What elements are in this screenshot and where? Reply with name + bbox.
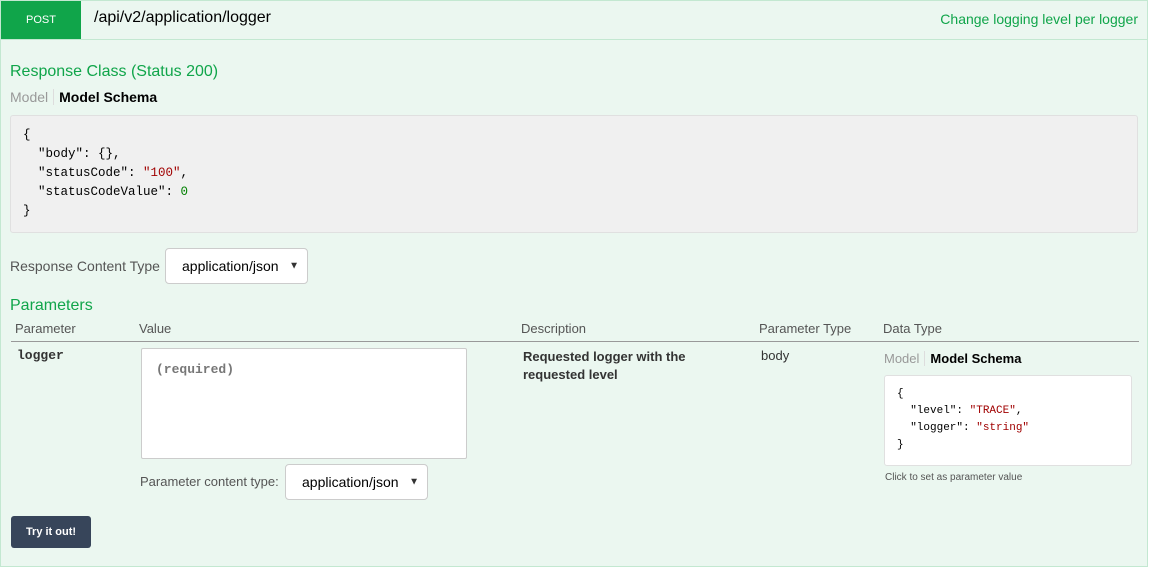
column-header-description: Description (521, 321, 587, 336)
column-header-parameter-type: Parameter Type (759, 321, 852, 336)
json-statuscode-key: "statusCode": (23, 166, 144, 180)
json-logger-key: "logger": (897, 422, 977, 434)
http-method-badge[interactable]: POST (1, 1, 81, 39)
tab-model-schema[interactable]: Model Schema (925, 351, 1021, 366)
tab-model-schema[interactable]: Model Schema (54, 89, 157, 105)
parameter-content-type-label: Parameter content type: (140, 474, 279, 489)
parameter-value-textarea[interactable]: (required) (141, 348, 467, 459)
operation-summary-link[interactable]: Change logging level per logger (940, 11, 1138, 27)
parameters-heading: Parameters (10, 297, 93, 314)
textarea-placeholder: (required) (156, 362, 235, 377)
json-statuscodevalue-value: 0 (180, 185, 189, 199)
json-close-brace: } (23, 204, 31, 218)
parameter-name: logger (17, 348, 64, 363)
json-statuscode-value: "100" (143, 166, 181, 180)
set-parameter-hint: Click to set as parameter value (885, 472, 1023, 483)
tab-model[interactable]: Model (884, 351, 926, 366)
response-content-type-select[interactable]: application/json ▼ (165, 248, 308, 284)
table-header-divider (11, 341, 1139, 342)
operation-header[interactable]: POST /api/v2/application/logger Change l… (1, 1, 1147, 40)
parameter-type: body (761, 348, 790, 363)
json-level-key: "level": (897, 405, 970, 417)
json-statuscodevalue-key: "statusCodeValue": (23, 185, 181, 199)
column-header-parameter: Parameter (15, 321, 76, 336)
tab-model[interactable]: Model (10, 89, 55, 105)
datatype-schema-snippet[interactable]: { "level": "TRACE", "logger": "string" } (884, 375, 1132, 466)
json-comma: , (1015, 405, 1023, 417)
operation-panel: POST /api/v2/application/logger Change l… (0, 0, 1148, 567)
try-it-out-button[interactable]: Try it out! (11, 516, 91, 548)
parameter-description: Requested logger with the requested leve… (523, 349, 686, 382)
json-body-line: "body": {}, (23, 147, 121, 161)
parameter-content-type-value: application/json (302, 474, 399, 490)
json-comma: , (180, 166, 189, 180)
json-open-brace: { (23, 128, 31, 142)
response-class-heading: Response Class (Status 200) (10, 63, 219, 80)
column-header-value: Value (139, 321, 172, 336)
endpoint-path[interactable]: /api/v2/application/logger (94, 9, 271, 27)
response-model-tabs: Model Model Schema (10, 89, 157, 105)
parameter-content-type-select[interactable]: application/json ▼ (285, 464, 428, 500)
response-schema-snippet: { "body": {}, "statusCode": "100", "stat… (10, 115, 1138, 233)
json-level-value: "TRACE" (969, 405, 1016, 417)
chevron-down-icon: ▼ (409, 476, 419, 488)
datatype-model-tabs: Model Model Schema (884, 351, 1021, 366)
column-header-data-type: Data Type (883, 321, 943, 336)
json-logger-value: "string" (976, 422, 1030, 434)
response-content-type-label: Response Content Type (10, 258, 160, 274)
json-open-brace: { (897, 388, 904, 400)
chevron-down-icon: ▼ (289, 260, 299, 272)
response-content-type-value: application/json (182, 258, 279, 274)
json-close-brace: } (897, 439, 904, 451)
